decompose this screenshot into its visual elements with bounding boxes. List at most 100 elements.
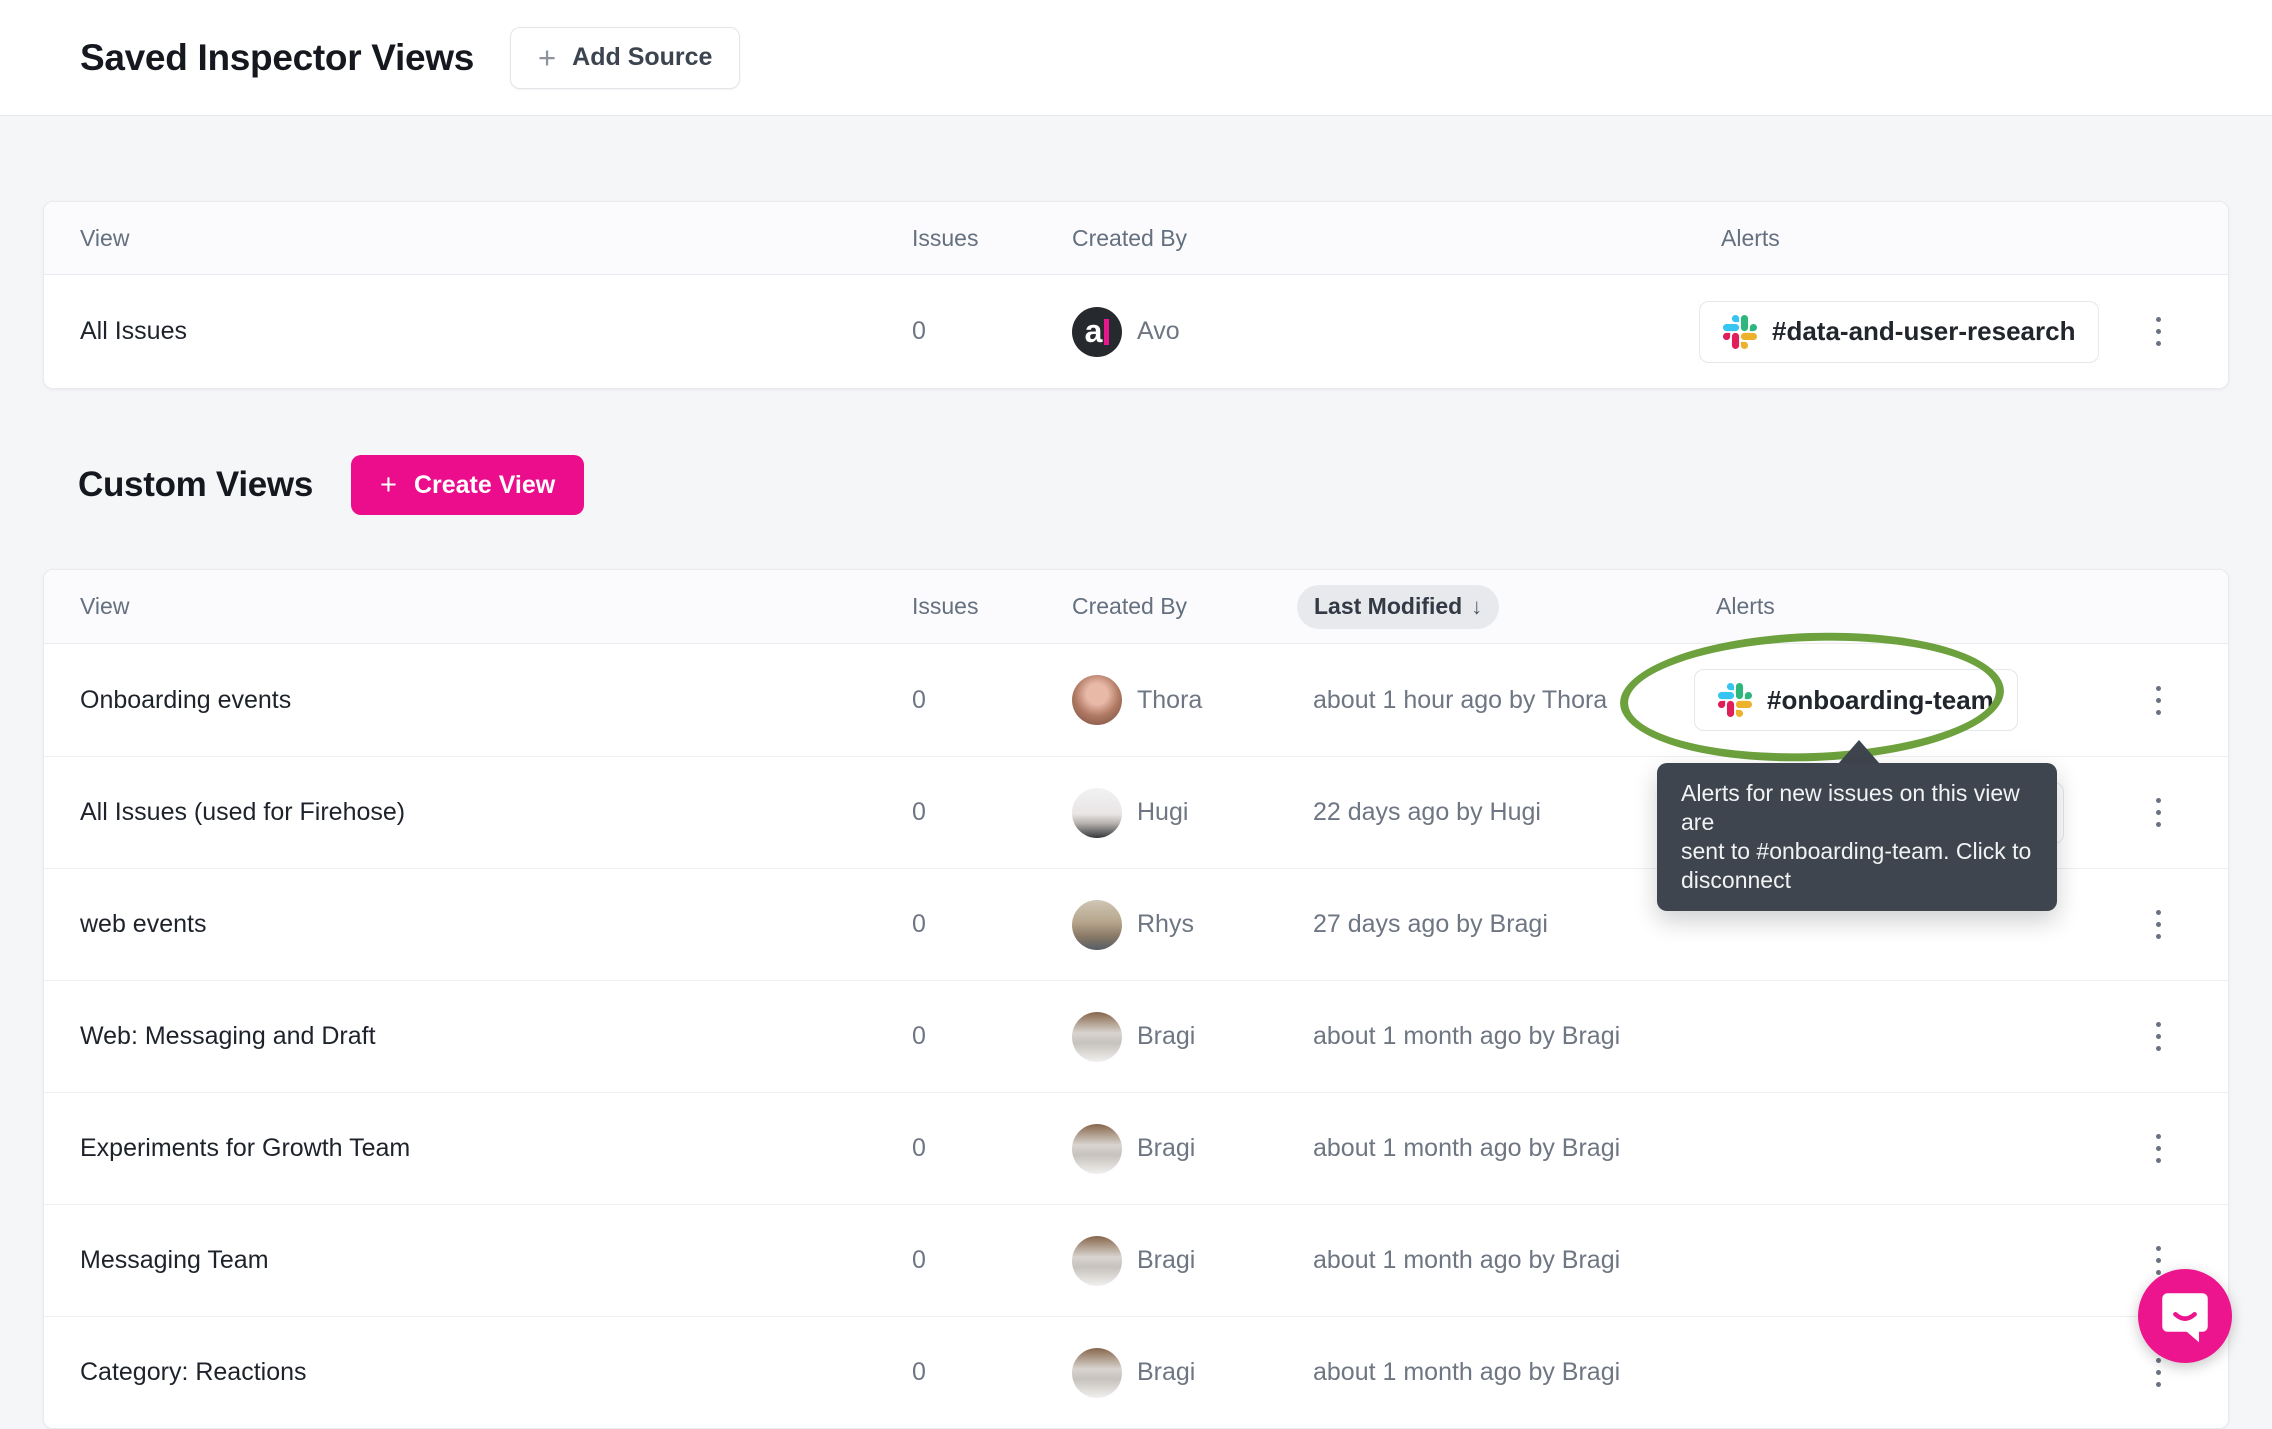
row-menu-cell	[2124, 678, 2192, 723]
slack-channel-name: #data-and-user-research	[1772, 316, 2075, 347]
issues-count: 0	[912, 686, 926, 714]
sort-descending-icon: ↓	[1471, 594, 1482, 620]
chat-bubble-icon	[2160, 1288, 2210, 1344]
alerts-tooltip: Alerts for new issues on this view are s…	[1657, 763, 2057, 911]
created-by-cell: Bragi	[1072, 1348, 1297, 1398]
creator-name: Bragi	[1137, 1022, 1195, 1051]
table-row[interactable]: Messaging Team 0 Bragi about 1 month ago by…	[44, 1204, 2228, 1316]
create-view-button[interactable]: + Create View	[351, 455, 584, 515]
view-name-cell: All Issues (used for Firehose)	[80, 798, 912, 827]
table-row[interactable]: Experiments for Growth Team0 Bragi about 1…	[44, 1092, 2228, 1204]
creator-name: Bragi	[1137, 1358, 1195, 1387]
row-menu-cell	[2124, 1014, 2192, 1059]
last-modified-label: Last Modified	[1314, 593, 1462, 620]
avatar	[1072, 1124, 1122, 1174]
section-title: Custom Views	[78, 465, 313, 505]
last-modified-cell: about 1 month ago by Bragi	[1297, 1358, 1694, 1387]
last-modified-cell: about 1 month ago by Bragi	[1297, 1246, 1694, 1275]
table-row[interactable]: Onboarding events0Thoraabout 1 hour ago …	[44, 644, 2228, 756]
view-name: All Issues (used for Firehose)	[80, 798, 405, 826]
row-menu-kebab-icon[interactable]	[2148, 902, 2169, 947]
creator-name: Hugi	[1137, 798, 1188, 827]
issues-cell: 0	[912, 1246, 1072, 1275]
avatar: a	[1072, 307, 1122, 357]
issues-cell: 0	[912, 798, 1072, 827]
row-menu-cell	[2124, 309, 2192, 354]
last-modified-cell: about 1 month ago by Bragi	[1297, 1134, 1694, 1163]
creator-name: Bragi	[1137, 1134, 1195, 1163]
column-header-created-by: Created By	[1072, 593, 1297, 620]
saved-table-header: View Issues Created By Alerts	[44, 202, 2228, 275]
issues-cell: 0	[912, 1134, 1072, 1163]
top-bar: Saved Inspector Views + Add Source	[0, 0, 2272, 116]
view-name: All Issues	[80, 317, 187, 345]
table-row[interactable]: All Issues0aAvo #data-and-user-research	[44, 275, 2228, 388]
created-by-cell: Bragi	[1072, 1124, 1297, 1174]
row-menu-cell	[2124, 1126, 2192, 1171]
add-source-label: Add Source	[572, 43, 712, 72]
tooltip-text: disconnect	[1681, 866, 2033, 895]
issues-count: 0	[912, 798, 926, 826]
issues-cell: 0	[912, 1022, 1072, 1051]
column-header-view: View	[80, 225, 912, 252]
view-name-cell: Category: Reactions	[80, 1358, 912, 1387]
column-header-view: View	[80, 593, 912, 620]
row-menu-kebab-icon[interactable]	[2148, 1126, 2169, 1171]
row-menu-cell	[2124, 902, 2192, 947]
issues-cell: 0	[912, 1358, 1072, 1387]
column-header-alerts: Alerts	[1699, 225, 2124, 252]
table-row[interactable]: Web: Messaging and Draft0Bragiabout 1 mo…	[44, 980, 2228, 1092]
avatar	[1072, 900, 1122, 950]
custom-views-table: View Issues Created By Last Modified ↓ A…	[43, 569, 2229, 1429]
avo-logo-letter: a	[1085, 315, 1103, 347]
created-by-cell: Bragi	[1072, 1012, 1297, 1062]
creator-name: Thora	[1137, 686, 1202, 715]
issues-cell: 0	[912, 910, 1072, 939]
row-menu-kebab-icon[interactable]	[2148, 678, 2169, 723]
custom-views-section-header: Custom Views + Create View	[43, 455, 2229, 515]
table-row[interactable]: Category: Reactions 0 Bragi about 1 month a…	[44, 1316, 2228, 1428]
add-source-button[interactable]: + Add Source	[510, 27, 740, 89]
last-modified-cell: 27 days ago by Bragi	[1297, 910, 1694, 939]
row-menu-cell	[2124, 790, 2192, 835]
slack-channel-badge[interactable]: #data-and-user-research	[1699, 301, 2099, 363]
view-name: Category: Reactions	[80, 1358, 307, 1386]
alerts-cell: #onboarding-team	[1694, 669, 2124, 731]
creator-name: Bragi	[1137, 1246, 1195, 1275]
row-menu-kebab-icon[interactable]	[2148, 1014, 2169, 1059]
column-header-alerts: Alerts	[1694, 593, 2124, 620]
view-name: web events	[80, 910, 206, 938]
last-modified-cell: about 1 hour ago by Thora	[1297, 686, 1694, 715]
view-name-cell: All Issues	[80, 317, 912, 346]
intercom-chat-button[interactable]	[2138, 1269, 2232, 1363]
slack-channel-name: #onboarding-team	[1767, 685, 1994, 716]
column-header-issues: Issues	[912, 593, 1072, 620]
create-view-label: Create View	[414, 471, 555, 500]
main-content: View Issues Created By Alerts All Issues…	[0, 201, 2272, 1429]
tooltip-text: Alerts for new issues on this view are	[1681, 779, 2033, 837]
view-name-cell: Experiments for Growth Team	[80, 1134, 912, 1163]
saved-table-body: All Issues0aAvo #data-and-user-research	[44, 275, 2228, 388]
view-name: Messaging Team	[80, 1246, 269, 1274]
issues-count: 0	[912, 1358, 926, 1386]
view-name-cell: Web: Messaging and Draft	[80, 1022, 912, 1051]
creator-name: Avo	[1137, 317, 1180, 346]
avo-logo-bar	[1104, 319, 1109, 345]
avatar	[1072, 1348, 1122, 1398]
alerts-cell: #data-and-user-research	[1699, 301, 2124, 363]
created-by-cell: a Avo	[1072, 307, 1699, 357]
created-by-cell: Hugi	[1072, 788, 1297, 838]
avatar	[1072, 1236, 1122, 1286]
avatar	[1072, 788, 1122, 838]
row-menu-kebab-icon[interactable]	[2148, 790, 2169, 835]
creator-name: Rhys	[1137, 910, 1194, 939]
row-menu-kebab-icon[interactable]	[2148, 309, 2169, 354]
saved-views-table: View Issues Created By Alerts All Issues…	[43, 201, 2229, 389]
custom-table-header: View Issues Created By Last Modified ↓ A…	[44, 570, 2228, 644]
tooltip-arrow	[1838, 740, 1880, 764]
page-title: Saved Inspector Views	[80, 37, 474, 79]
issues-count: 0	[912, 1134, 926, 1162]
sort-by-last-modified-chip[interactable]: Last Modified ↓	[1297, 585, 1499, 629]
slack-channel-badge[interactable]: #onboarding-team	[1694, 669, 2018, 731]
column-header-created-by: Created By	[1072, 225, 1699, 252]
